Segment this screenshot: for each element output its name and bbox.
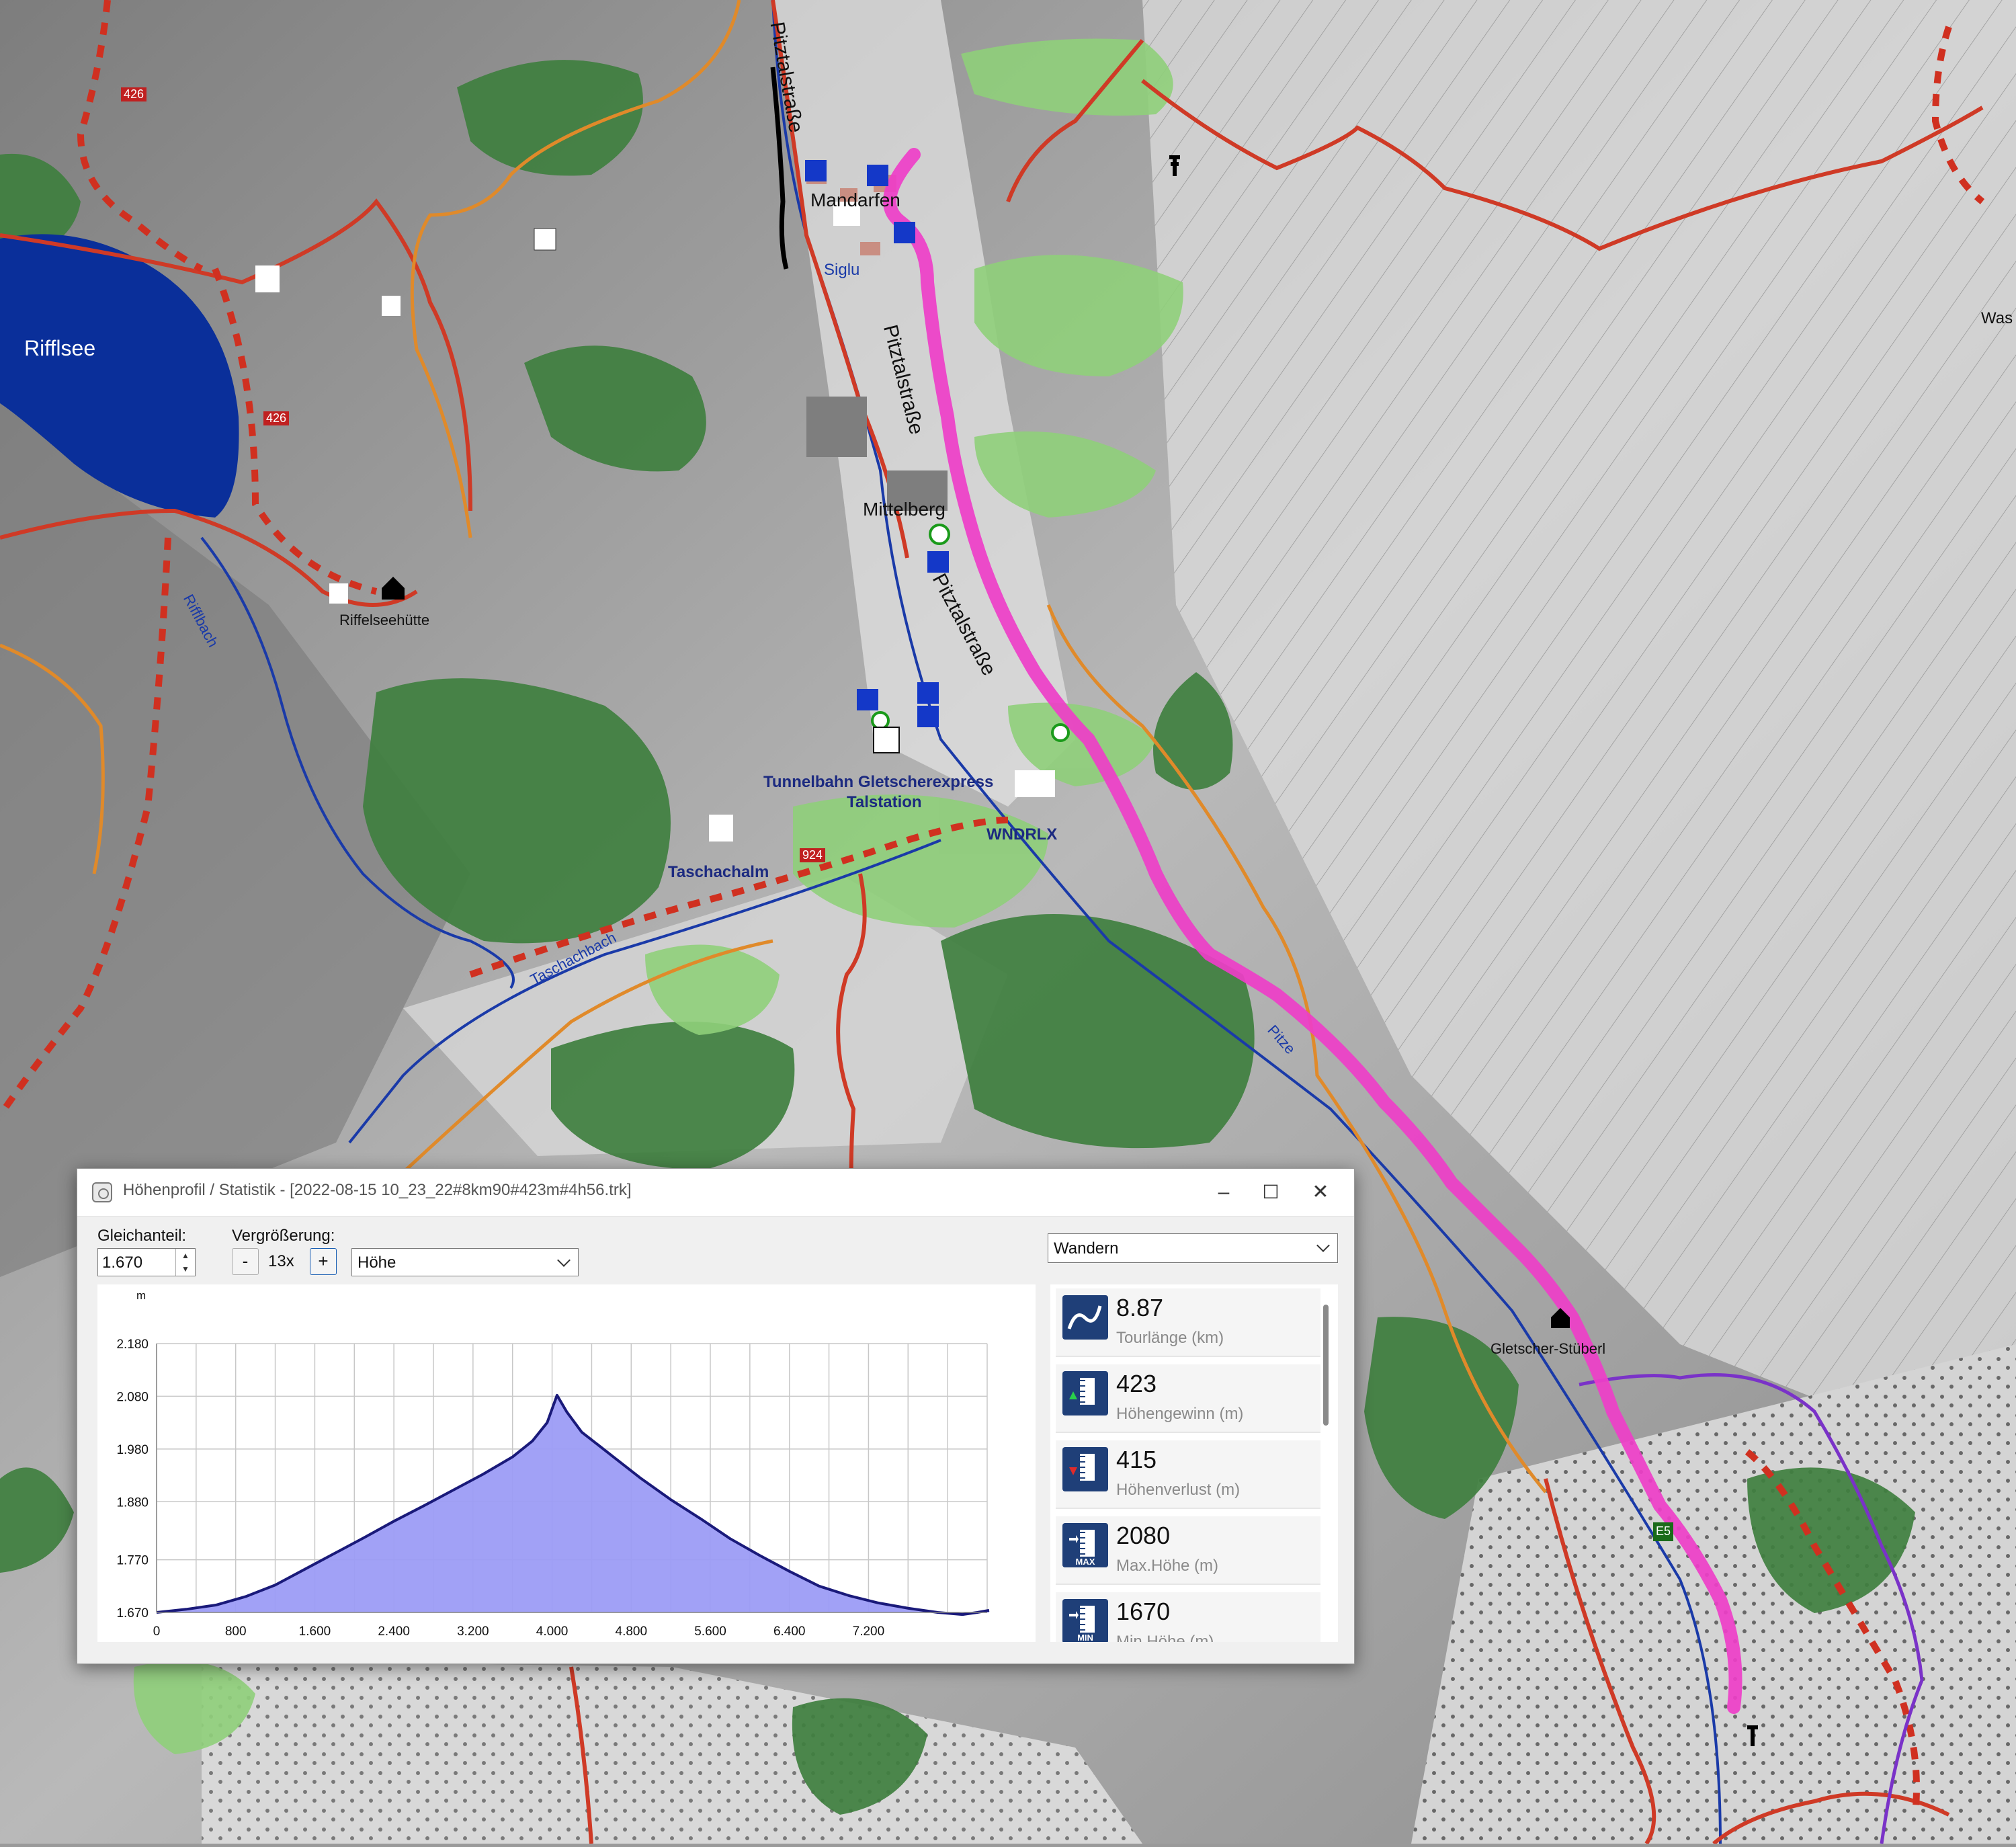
elevation-chart-svg[interactable]: 1.670 1.770 1.880 1.980 2.080 2.180 0 800 1.600 2…	[97, 1284, 1036, 1658]
y-tick-label: 2.180	[116, 1338, 149, 1352]
restaurant-icon	[1015, 770, 1055, 797]
maximize-button[interactable]: ☐	[1249, 1176, 1292, 1209]
parking-icon	[894, 222, 915, 243]
x-tick-label: 1.600	[299, 1625, 331, 1639]
stat-value: 415	[1116, 1446, 1157, 1473]
lift-icon	[534, 228, 556, 251]
stat-label: Höhenverlust (m)	[1116, 1481, 1241, 1499]
restaurant-icon	[255, 265, 280, 292]
statistics-panel[interactable]: 8.87 Tourlänge (km) 423 Höhengewinn (m) 415 H…	[1050, 1284, 1338, 1642]
stat-value: 1670	[1116, 1598, 1171, 1625]
elevation-loss-icon	[1062, 1447, 1108, 1491]
x-tick-label: 7.200	[853, 1625, 885, 1639]
minimize-button[interactable]: –	[1202, 1176, 1245, 1209]
stat-label: Max.Höhe (m)	[1116, 1557, 1219, 1575]
elevation-gain-icon	[1062, 1371, 1108, 1415]
label-gletscher-stueberl: Gletscher-Stüberl	[1490, 1340, 1606, 1357]
stats-scrollbar[interactable]	[1323, 1305, 1329, 1426]
profile-type-value: Höhe	[358, 1254, 396, 1272]
route-icon	[1062, 1295, 1108, 1340]
stat-item: 423 Höhengewinn (m)	[1056, 1364, 1320, 1433]
label-riffelseehuette: Riffelseehütte	[339, 612, 430, 628]
label-was: Was	[1981, 309, 2013, 327]
train-station-icon	[873, 727, 900, 753]
x-tick-label: 4.000	[536, 1625, 569, 1639]
bus-stop-icon	[871, 711, 890, 730]
y-tick-label: 1.980	[116, 1443, 149, 1457]
vergroesserung-label: Vergrößerung:	[232, 1227, 335, 1245]
gleichanteil-label: Gleichanteil:	[97, 1227, 187, 1245]
lift-icon	[382, 296, 401, 316]
stat-value: 8.87	[1116, 1294, 1164, 1321]
stat-label: Tourlänge (km)	[1116, 1329, 1224, 1347]
spin-arrows-icon[interactable]: ▲ ▼	[175, 1249, 195, 1276]
bus-stop-icon	[929, 524, 950, 545]
y-tick-label: 1.670	[116, 1606, 149, 1620]
elevation-profile-window[interactable]: Höhenprofil / Statistik - [2022-08-15 10…	[77, 1168, 1355, 1664]
x-tick-label: 2.400	[378, 1625, 410, 1639]
stat-item: MAX 2080 Max.Höhe (m)	[1056, 1516, 1320, 1585]
gleichanteil-spinbox[interactable]: 1.670 ▲ ▼	[97, 1248, 196, 1276]
min-height-icon: MIN	[1062, 1599, 1108, 1642]
trail-number-426: 426	[263, 411, 290, 425]
trail-marker-e5: E5	[1656, 1524, 1671, 1538]
y-tick-label: 2.080	[116, 1390, 149, 1404]
profile-type-select[interactable]: Höhe	[351, 1248, 579, 1276]
activity-select[interactable]: Wandern	[1048, 1233, 1338, 1263]
window-titlebar[interactable]: Höhenprofil / Statistik - [2022-08-15 10…	[77, 1169, 1354, 1217]
gleichanteil-value: 1.670	[102, 1254, 143, 1272]
y-tick-label: 1.770	[116, 1554, 149, 1568]
parking-icon	[917, 682, 939, 704]
x-tick-label: 4.800	[616, 1625, 648, 1639]
label-taschachalm: Taschachalm	[668, 863, 769, 881]
label-mittelberg: Mittelberg	[863, 499, 946, 520]
x-tick-label: 3.200	[457, 1625, 489, 1639]
app-icon	[92, 1182, 112, 1202]
trail-number-924: 924	[800, 848, 826, 862]
zoom-in-button[interactable]: +	[310, 1248, 337, 1275]
zoom-out-button[interactable]: -	[232, 1248, 259, 1275]
elevation-chart[interactable]: 1.670 1.770 1.880 1.980 2.080 2.180 0 800 1.600 2…	[97, 1284, 1036, 1658]
stat-item: 415 Höhenverlust (m)	[1056, 1440, 1320, 1509]
y-tick-label: 1.880	[116, 1495, 149, 1510]
parking-icon	[927, 551, 949, 573]
parking-icon	[857, 689, 878, 710]
zoom-level: 13x	[268, 1252, 294, 1270]
parking-area-2	[806, 397, 867, 457]
window-title: Höhenprofil / Statistik - [2022-08-15 10…	[123, 1181, 632, 1199]
label-wndrlx: WNDRLX	[986, 825, 1058, 844]
lift-icon	[329, 583, 348, 604]
activity-value: Wandern	[1054, 1239, 1119, 1258]
label-talstation: Talstation	[847, 793, 922, 811]
parking-icon	[867, 165, 888, 186]
trail-number-426: 426	[121, 87, 147, 101]
parking-icon	[805, 160, 827, 181]
stat-item: 8.87 Tourlänge (km)	[1056, 1288, 1320, 1357]
x-tick-label: 6.400	[773, 1625, 806, 1639]
parking-icon	[917, 706, 939, 727]
bus-stop-icon	[1051, 723, 1070, 742]
stat-badge: MIN	[1062, 1633, 1108, 1642]
label-siglu: Siglu	[824, 261, 860, 279]
stat-value: 423	[1116, 1370, 1157, 1397]
stat-item: MIN 1670 Min.Höhe (m)	[1056, 1592, 1320, 1642]
stat-badge: MAX	[1062, 1557, 1108, 1567]
stat-value: 2080	[1116, 1522, 1171, 1549]
stat-label: Höhengewinn (m)	[1116, 1405, 1244, 1423]
chevron-down-icon	[557, 1254, 571, 1267]
x-tick-label: 0	[153, 1625, 161, 1639]
close-button[interactable]: ✕	[1299, 1176, 1342, 1209]
label-mandarfen: Mandarfen	[810, 190, 900, 210]
y-unit-label: m	[136, 1289, 146, 1302]
restaurant-icon	[709, 815, 733, 842]
chevron-down-icon	[1316, 1239, 1330, 1252]
x-tick-label: 5.600	[694, 1625, 726, 1639]
max-height-icon: MAX	[1062, 1523, 1108, 1567]
stat-label: Min.Höhe (m)	[1116, 1633, 1214, 1642]
label-rifflsee: Rifflsee	[24, 336, 96, 360]
label-tunnelbahn: Tunnelbahn Gletscherexpress	[763, 773, 994, 791]
x-tick-label: 800	[225, 1625, 247, 1639]
